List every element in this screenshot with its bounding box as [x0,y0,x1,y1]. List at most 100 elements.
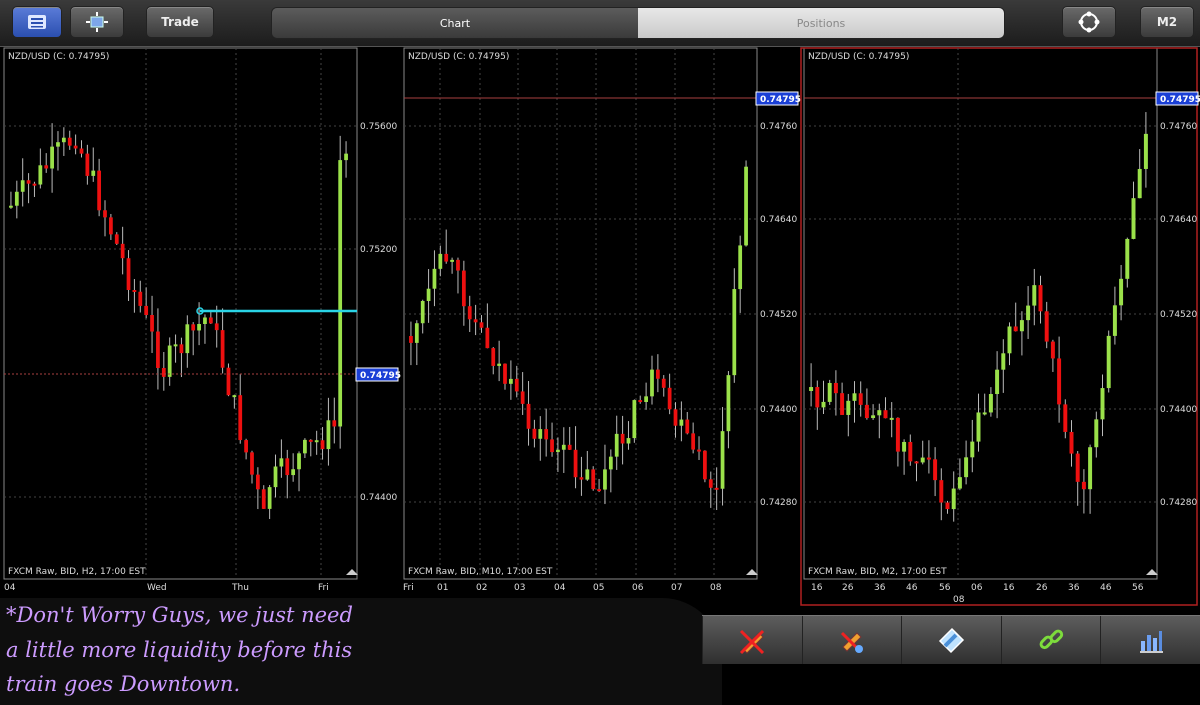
time-tick-label: 02 [476,583,487,593]
candle-bear [409,336,413,343]
chart-area[interactable]: NZD/USD (C: 0.74795) FXCM Raw, BID, H2, 1… [0,46,1200,616]
delete-drawing-button[interactable] [702,616,802,664]
candle-bull [509,378,513,384]
price-tick-label: 0.74280 [1160,498,1197,508]
chart-title: NZD/USD (C: 0.74795) [8,52,109,62]
current-price-value: 0.74795 [760,95,801,105]
candle-bull [1125,238,1130,279]
drawing-settings-button[interactable] [801,616,902,664]
candle-bear [150,314,154,332]
candle-bull [726,375,731,432]
view-tabs: Chart Positions [271,7,1005,39]
candle-bear [503,363,507,384]
candle-bear [226,367,231,396]
candle-bull [644,396,648,402]
annotation-line-1: *Don't Worry Guys, we just need [6,603,353,627]
candle-bull [632,400,637,439]
candle-bear [238,395,243,441]
candle-bull [426,288,431,302]
candle-bull [964,457,969,478]
candle-bear [673,409,678,426]
candle-bull [920,457,925,463]
link-button[interactable] [1000,616,1101,664]
candle-bull [20,180,25,192]
time-tick-label: 46 [1100,583,1112,593]
candle-bear [573,449,578,478]
chart-panel-m2[interactable]: NZD/USD (C: 0.74795) FXCM Raw, BID, M2, 1… [800,47,1200,606]
candle-bear [1057,358,1062,405]
candle-bear [208,317,213,324]
candle-bull [1019,320,1024,332]
indicators-button[interactable] [1100,616,1200,664]
candle-bull [1112,305,1117,336]
price-tick-label: 0.75200 [360,245,397,255]
candle-bear [1013,326,1018,332]
time-tick-label: 08 [710,583,722,593]
candle-bull [326,420,331,450]
price-tick-label: 0.74760 [1160,122,1197,132]
candle-bear [532,428,537,439]
chart-title: NZD/USD (C: 0.74795) [808,52,909,62]
candle-bear [864,404,869,419]
candle-bear [332,420,337,427]
candle-bear [1038,285,1043,312]
candle-bull [91,170,96,176]
menu-icon [28,15,46,29]
time-tick-label: 26 [1036,583,1048,593]
candle-bull [14,191,19,206]
candle-bear [308,439,313,442]
candle-bear [697,449,701,452]
plot-frame [3,47,358,580]
candle-bear [214,323,219,331]
candle-bull [9,205,13,208]
pencil-delete-icon [740,629,765,655]
candle-bull [338,160,343,427]
candle-bear [73,145,78,149]
chart-title: NZD/USD (C: 0.74795) [408,52,509,62]
candle-bear [550,439,554,453]
price-tick-label: 0.74640 [760,215,797,225]
candle-bull [738,245,743,290]
tab-chart[interactable]: Chart [272,8,638,38]
candle-bull [232,395,237,398]
time-tick-label: 03 [514,583,525,593]
annotation-line-3: train goes Downtown. [6,672,241,696]
menu-button[interactable] [12,6,62,38]
candle-bull [203,317,207,324]
candle-bear [945,502,950,510]
eraser-button[interactable] [901,616,1001,664]
time-tick-label: 06 [971,583,983,593]
tab-positions[interactable]: Positions [638,8,1004,38]
chart-panel-m10[interactable]: NZD/USD (C: 0.74795) FXCM Raw, BID, M10, … [403,47,801,593]
chart-panel-h2[interactable]: NZD/USD (C: 0.74795) FXCM Raw, BID, H2, 1… [3,47,401,593]
candle-bull [267,487,272,509]
candle-bear [444,253,449,262]
candle-bear [514,378,519,392]
candle-bear [691,433,696,450]
candle-bull [61,137,66,143]
candle-bull [585,469,590,480]
crosshair-button[interactable] [70,6,124,38]
chart-source-label: FXCM Raw, BID, H2, 17:00 EST [8,567,146,577]
candle-bear [544,429,549,440]
candle-bear [67,137,72,146]
timeframe-button[interactable]: M2 [1140,6,1194,38]
candle-bull [56,142,60,147]
trade-button[interactable]: Trade [146,6,214,38]
candle-bear [132,290,137,293]
time-tick-label: Fri [403,583,414,593]
time-tick-label: 56 [1132,583,1144,593]
candle-bear [1081,481,1086,490]
candle-bull [1007,326,1012,354]
candle-bear [244,440,248,453]
candle-bear [638,400,643,403]
candle-bull [1001,353,1006,370]
sync-button[interactable] [1062,6,1116,38]
candle-bear [179,344,184,354]
indicators-icon [1139,631,1163,653]
candle-bear [858,393,863,405]
candle-bear [815,387,820,408]
candle-bull [679,419,684,426]
time-tick-label: 46 [906,583,918,593]
time-tick-label: 06 [632,583,644,593]
